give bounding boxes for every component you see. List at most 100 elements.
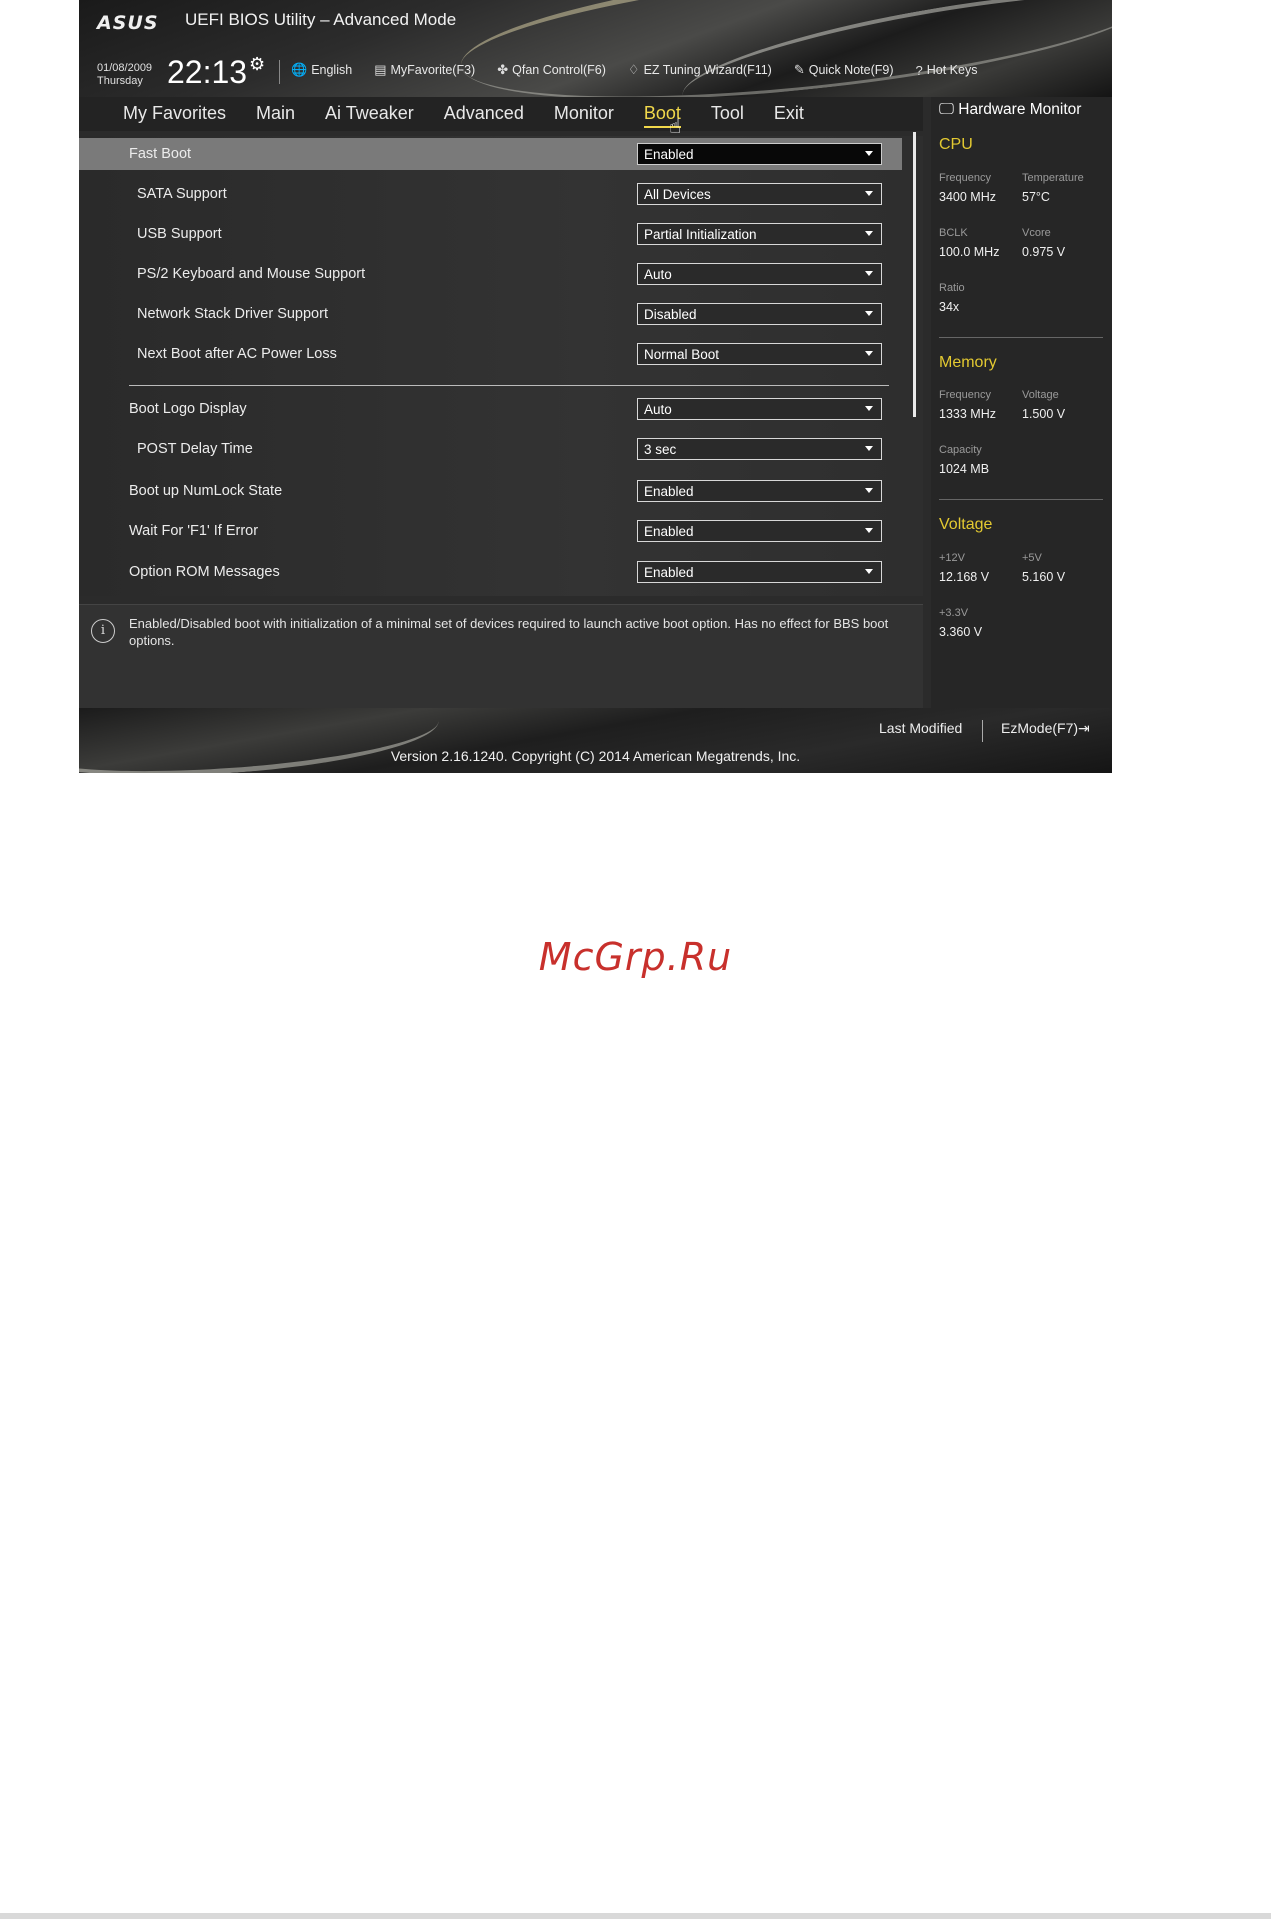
network-stack-dropdown[interactable]: Disabled xyxy=(637,303,882,325)
setting-row-post-delay[interactable]: POST Delay Time 3 sec xyxy=(79,433,902,465)
setting-row-next-boot-ac[interactable]: Next Boot after AC Power Loss Normal Boo… xyxy=(79,338,902,370)
dropdown-value: Enabled xyxy=(644,484,694,499)
dropdown-value: 3 sec xyxy=(644,442,677,457)
setting-label: Wait For 'F1' If Error xyxy=(129,523,259,539)
tab-exit[interactable]: Exit xyxy=(774,101,804,128)
boot-logo-dropdown[interactable]: Auto xyxy=(637,398,882,420)
setting-label: SATA Support xyxy=(137,186,227,202)
post-delay-dropdown[interactable]: 3 sec xyxy=(637,438,882,460)
chevron-down-icon xyxy=(865,311,873,316)
toolbar-label: Qfan Control(F6) xyxy=(512,63,606,77)
tab-tool[interactable]: Tool xyxy=(711,101,744,128)
hand-cursor-icon: ☝ xyxy=(669,114,682,138)
vcore-value: 0.975 V xyxy=(1022,245,1066,259)
toolbar: 🌐 English ▤ MyFavorite(F3) ✤ Qfan Contro… xyxy=(291,62,977,78)
sata-support-dropdown[interactable]: All Devices xyxy=(637,183,882,205)
fan-icon: ✤ xyxy=(497,62,509,77)
myfavorite-button[interactable]: ▤ MyFavorite(F3) xyxy=(374,62,475,78)
ez-tuning-wizard-button[interactable]: ♢ EZ Tuning Wizard(F11) xyxy=(628,62,772,78)
setting-row-fast-boot[interactable]: Fast Boot Enabled xyxy=(79,138,902,170)
section-divider xyxy=(129,385,889,386)
wait-f1-dropdown[interactable]: Enabled xyxy=(637,520,882,542)
monitor-icon: 🖵 xyxy=(939,101,954,118)
setting-row-sata-support[interactable]: SATA Support All Devices xyxy=(79,178,902,210)
setting-label: Boot up NumLock State xyxy=(129,483,283,499)
usb-support-dropdown[interactable]: Partial Initialization xyxy=(637,223,882,245)
tab-my-favorites[interactable]: My Favorites xyxy=(123,101,226,128)
setting-row-option-rom[interactable]: Option ROM Messages Enabled xyxy=(79,556,902,588)
memory-frequency-value: 1333 MHz xyxy=(939,407,996,421)
tab-advanced[interactable]: Advanced xyxy=(444,101,524,128)
v5-label: +5V xyxy=(1022,552,1042,564)
tab-ai-tweaker[interactable]: Ai Tweaker xyxy=(325,101,414,128)
title-bar: ASUS UEFI BIOS Utility – Advanced Mode 0… xyxy=(79,0,1112,137)
chevron-down-icon xyxy=(865,151,873,156)
dropdown-value: Partial Initialization xyxy=(644,227,757,242)
tab-main[interactable]: Main xyxy=(256,101,295,128)
ratio-label: Ratio xyxy=(939,282,965,294)
help-text: Enabled/Disabled boot with initializatio… xyxy=(129,616,889,648)
clock: 22:13 xyxy=(167,54,248,90)
setting-row-numlock[interactable]: Boot up NumLock State Enabled xyxy=(79,475,902,507)
next-boot-ac-dropdown[interactable]: Normal Boot xyxy=(637,343,882,365)
chevron-down-icon xyxy=(865,271,873,276)
setting-row-ps2-support[interactable]: PS/2 Keyboard and Mouse Support Auto xyxy=(79,258,902,290)
fast-boot-dropdown[interactable]: Enabled xyxy=(637,143,882,165)
capacity-value: 1024 MB xyxy=(939,462,990,476)
chevron-down-icon xyxy=(865,351,873,356)
note-icon: ✎ xyxy=(793,62,805,77)
setting-label: Boot Logo Display xyxy=(129,401,247,417)
option-rom-dropdown[interactable]: Enabled xyxy=(637,561,882,583)
info-icon: i xyxy=(91,619,115,643)
chevron-down-icon xyxy=(865,191,873,196)
memory-frequency-label: Frequency xyxy=(939,389,991,401)
dropdown-value: Enabled xyxy=(644,524,694,539)
chevron-down-icon xyxy=(865,569,873,574)
divider xyxy=(982,720,983,742)
ratio-value: 34x xyxy=(939,300,960,314)
last-modified-button[interactable]: Last Modified xyxy=(879,720,962,736)
language-button[interactable]: 🌐 English xyxy=(291,62,352,78)
quick-note-button[interactable]: ✎ Quick Note(F9) xyxy=(794,62,894,78)
dropdown-value: All Devices xyxy=(644,187,711,202)
dropdown-value: Enabled xyxy=(644,565,694,580)
version-text: Version 2.16.1240. Copyright (C) 2014 Am… xyxy=(390,748,801,764)
scrollbar[interactable] xyxy=(913,132,916,417)
numlock-dropdown[interactable]: Enabled xyxy=(637,480,882,502)
toolbar-label: English xyxy=(311,63,353,77)
status-bar: Last Modified EzMode(F7)⇥ Version 2.16.1… xyxy=(79,683,1112,773)
setting-label: Network Stack Driver Support xyxy=(137,306,328,322)
ps2-support-dropdown[interactable]: Auto xyxy=(637,263,882,285)
date-text: 01/08/2009 xyxy=(97,62,153,74)
setting-row-wait-f1[interactable]: Wait For 'F1' If Error Enabled xyxy=(79,515,902,547)
setting-label: Option ROM Messages xyxy=(129,564,280,580)
setting-row-network-stack[interactable]: Network Stack Driver Support Disabled xyxy=(79,298,902,330)
cpu-frequency-label: Frequency xyxy=(939,172,991,184)
exit-arrow-icon: ⇥ xyxy=(1078,720,1090,736)
memory-voltage-label: Voltage xyxy=(1022,389,1059,401)
hardware-monitor-label: Hardware Monitor xyxy=(958,101,1082,118)
watermark: McGrp.Ru xyxy=(538,935,733,979)
gear-icon[interactable]: ⚙ xyxy=(249,54,265,75)
app-title: UEFI BIOS Utility – Advanced Mode xyxy=(185,10,457,29)
favorite-icon: ▤ xyxy=(374,62,387,77)
capacity-label: Capacity xyxy=(939,444,982,456)
qfan-control-button[interactable]: ✤ Qfan Control(F6) xyxy=(497,62,606,78)
hot-keys-button[interactable]: ? Hot Keys xyxy=(916,62,978,78)
page-edge xyxy=(0,1913,1271,1919)
dropdown-value: Auto xyxy=(644,402,672,417)
help-icon: ? xyxy=(915,62,923,78)
setting-label: USB Support xyxy=(137,226,222,242)
ezmode-label: EzMode(F7) xyxy=(1001,720,1079,736)
menu-tabs: My Favorites Main Ai Tweaker Advanced Mo… xyxy=(123,101,804,128)
main-menu: My Favorites Main Ai Tweaker Advanced Mo… xyxy=(79,97,923,131)
v12-label: +12V xyxy=(939,552,965,564)
day-text: Thursday xyxy=(97,75,143,87)
ezmode-button[interactable]: EzMode(F7)⇥ xyxy=(1001,720,1090,737)
setting-row-boot-logo[interactable]: Boot Logo Display Auto xyxy=(79,393,902,425)
bclk-value: 100.0 MHz xyxy=(939,245,1000,259)
dropdown-value: Disabled xyxy=(644,307,697,322)
toolbar-label: MyFavorite(F3) xyxy=(390,63,476,77)
setting-row-usb-support[interactable]: USB Support Partial Initialization xyxy=(79,218,902,250)
tab-monitor[interactable]: Monitor xyxy=(554,101,614,128)
